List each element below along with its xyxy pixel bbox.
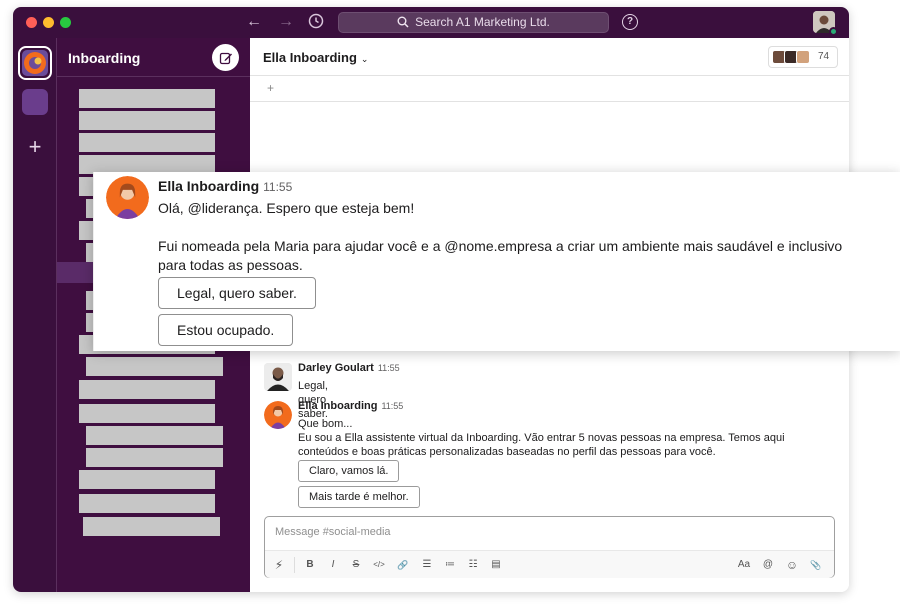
compose-icon — [219, 52, 232, 64]
sidebar-item[interactable] — [79, 89, 215, 108]
workspace-inboarding[interactable] — [18, 46, 52, 80]
toolbar-divider — [294, 557, 295, 573]
avatar[interactable] — [264, 401, 292, 429]
message-timestamp: 11:55 — [377, 363, 400, 373]
sidebar-item[interactable] — [79, 404, 215, 423]
add-bookmark-button[interactable]: + — [267, 81, 274, 95]
search-icon — [397, 16, 409, 28]
message-author[interactable]: Ella Inboarding 11:55 — [298, 400, 403, 412]
help-icon[interactable]: ? — [622, 14, 638, 30]
sidebar-item[interactable] — [86, 426, 223, 445]
member-count: 74 — [818, 51, 830, 62]
link-icon[interactable]: 🔗 — [395, 557, 411, 573]
numbered-list-icon[interactable]: ☷ — [465, 557, 481, 573]
sidebar-item[interactable] — [86, 357, 223, 376]
workspace-name[interactable]: Inboarding — [68, 50, 140, 66]
mais-tarde-button[interactable]: Mais tarde é melhor. — [298, 486, 420, 508]
avatar[interactable] — [264, 363, 292, 391]
close-window-button[interactable] — [26, 17, 37, 28]
estou-ocupado-button[interactable]: Estou ocupado. — [158, 314, 294, 346]
composer-toolbar: ⚡ B I S </> 🔗 ☰ ≔ ☷ ▤ Aa @ ☺ 📎 — [265, 550, 834, 578]
ordered-list-icon[interactable]: ☰ — [419, 557, 435, 573]
back-arrow-icon[interactable]: ← — [245, 13, 263, 31]
message-timestamp: 11:55 — [381, 401, 404, 411]
maximize-window-button[interactable] — [60, 17, 71, 28]
mention-icon[interactable]: @ — [760, 557, 776, 573]
title-bar: ← → Search A1 Marketing Ltd. ? — [13, 7, 849, 38]
author-name: Ella Inboarding — [298, 400, 378, 412]
sidebar-item[interactable] — [79, 470, 215, 489]
italic-icon[interactable]: I — [325, 557, 341, 573]
forward-arrow-icon[interactable]: → — [277, 13, 295, 31]
author-name: Darley Goulart — [298, 362, 374, 374]
channel-name-label: Ella Inboarding — [263, 50, 357, 65]
sidebar-item[interactable] — [83, 517, 220, 536]
add-workspace-button[interactable]: + — [25, 136, 45, 158]
sidebar-item[interactable] — [79, 380, 215, 399]
message-text: Eu sou a Ella assistente virtual da Inbo… — [298, 432, 785, 458]
bulleted-list-icon[interactable]: ≔ — [442, 557, 458, 573]
message-timestamp: 11:55 — [263, 180, 293, 194]
sidebar-item[interactable] — [79, 494, 215, 513]
message-body-line: Fui nomeada pela Maria para ajudar você … — [158, 238, 843, 254]
presence-status-dot — [829, 27, 838, 36]
sidebar-item[interactable] — [86, 448, 223, 467]
search-bar[interactable]: Search A1 Marketing Ltd. — [338, 12, 609, 33]
emoji-icon[interactable]: ☺ — [784, 557, 800, 573]
message-text: Que bom... — [298, 418, 353, 430]
author-name: Ella Inboarding — [158, 178, 260, 194]
workspace-rail: + — [13, 38, 57, 592]
claro-vamos-la-button[interactable]: Claro, vamos lá. — [298, 460, 400, 482]
strikethrough-icon[interactable]: S — [348, 557, 364, 573]
channel-header: Ella Inboarding ⌄ 74 — [250, 38, 849, 76]
inboarding-logo-icon — [24, 52, 46, 74]
code-icon[interactable]: </> — [371, 557, 387, 573]
highlighted-message-card: Ella Inboarding 11:55 Olá, @liderança. Es… — [93, 172, 900, 351]
chevron-down-icon: ⌄ — [360, 54, 369, 64]
attach-icon[interactable]: 📎 — [808, 557, 824, 573]
shortcuts-lightning-icon[interactable]: ⚡ — [271, 557, 287, 573]
bookmarks-bar: + — [250, 76, 849, 102]
message-input[interactable]: Message #social-media — [275, 526, 815, 538]
sidebar-item[interactable] — [79, 111, 215, 130]
message-composer: Message #social-media ⚡ B I S </> 🔗 ☰ ≔ … — [264, 516, 835, 578]
message-greeting: Olá, @liderança. Espero que esteja bem! — [158, 200, 415, 216]
ella-avatar[interactable] — [106, 176, 149, 219]
formatting-icon[interactable]: Aa — [736, 557, 752, 573]
sidebar-divider — [57, 76, 250, 77]
message-body-line: para todas as pessoas. — [158, 257, 303, 273]
sidebar-item[interactable] — [79, 133, 215, 152]
bold-icon[interactable]: B — [302, 557, 318, 573]
message-author[interactable]: Ella Inboarding 11:55 — [158, 178, 292, 194]
minimize-window-button[interactable] — [43, 17, 54, 28]
history-clock-icon[interactable] — [307, 13, 325, 31]
compose-button[interactable] — [212, 44, 239, 71]
legal-quero-saber-button[interactable]: Legal, quero saber. — [158, 277, 316, 309]
member-list-button[interactable]: 74 — [768, 46, 838, 68]
code-block-icon[interactable]: ▤ — [488, 557, 504, 573]
search-placeholder: Search A1 Marketing Ltd. — [415, 15, 550, 29]
member-avatar — [796, 50, 810, 64]
message-author[interactable]: Darley Goulart 11:55 — [298, 362, 400, 374]
channel-name[interactable]: Ella Inboarding ⌄ — [263, 50, 368, 65]
workspace-secondary[interactable] — [22, 89, 48, 115]
